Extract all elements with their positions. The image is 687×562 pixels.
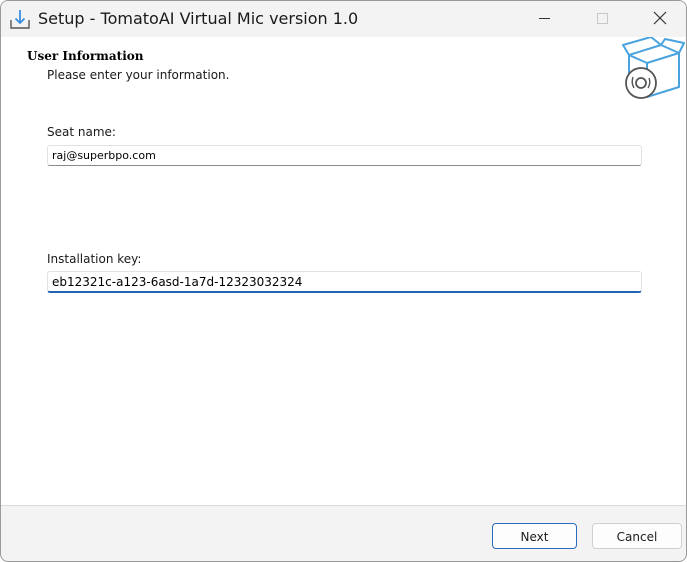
installation-key-input[interactable] — [47, 271, 642, 293]
page-subheading: Please enter your information. — [47, 68, 230, 82]
minimize-icon — [539, 18, 550, 19]
seat-name-input[interactable] — [47, 145, 642, 166]
close-button[interactable] — [637, 1, 683, 37]
installer-app-icon — [9, 8, 31, 30]
seat-name-label: Seat name: — [47, 125, 116, 139]
window-title: Setup - TomatoAI Virtual Mic version 1.0 — [38, 9, 359, 28]
cancel-button[interactable]: Cancel — [592, 523, 682, 549]
wizard-page: User Information Please enter your infor… — [1, 36, 686, 505]
footer-divider — [1, 505, 686, 506]
setup-window: Setup - TomatoAI Virtual Mic version 1.0… — [0, 0, 687, 562]
minimize-button[interactable] — [521, 1, 567, 37]
close-icon — [653, 11, 667, 25]
maximize-icon — [597, 13, 608, 24]
title-bar[interactable]: Setup - TomatoAI Virtual Mic version 1.0 — [1, 1, 686, 37]
page-heading: User Information — [27, 49, 144, 63]
next-button[interactable]: Next — [492, 523, 577, 549]
software-box-icon — [621, 36, 685, 103]
installation-key-label: Installation key: — [47, 252, 142, 266]
maximize-button[interactable] — [579, 1, 625, 37]
